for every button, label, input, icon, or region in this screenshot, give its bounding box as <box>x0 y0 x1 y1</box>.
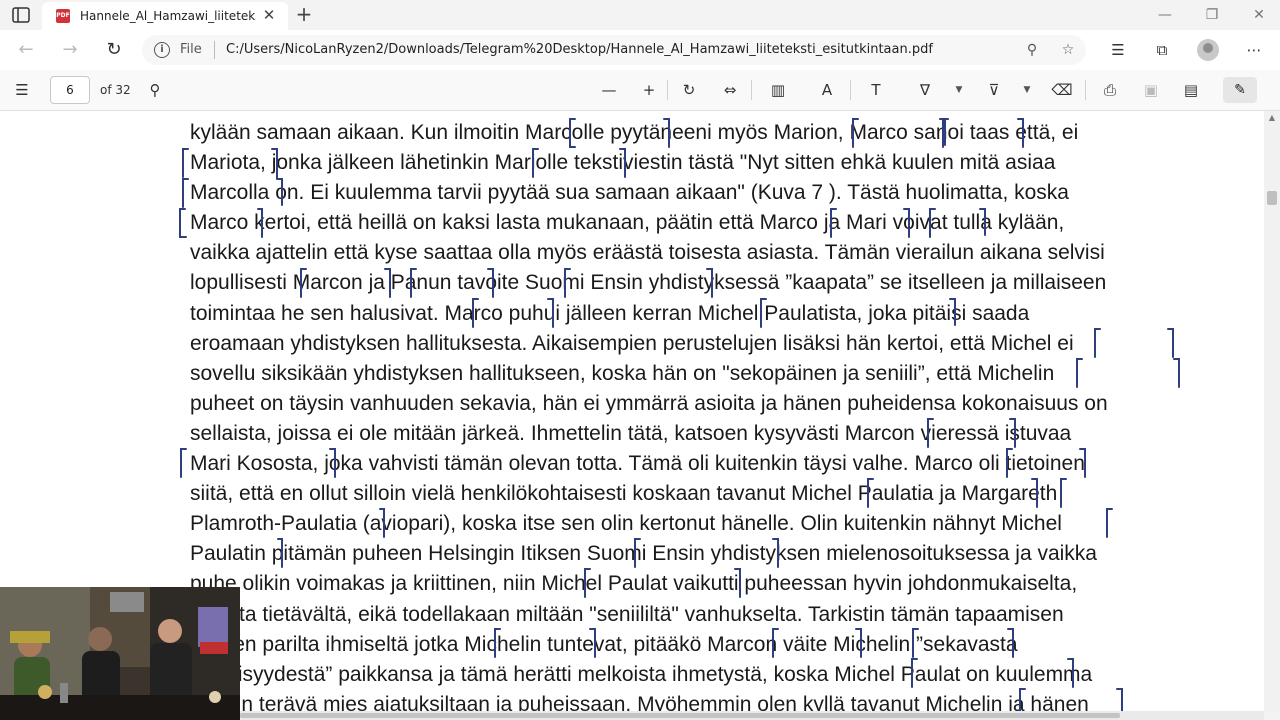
contents-icon[interactable]: ☰ <box>11 80 33 100</box>
toolbar-separator <box>667 80 668 100</box>
zoom-out-icon[interactable]: — <box>598 80 620 100</box>
highlight-icon[interactable]: ⊽ <box>983 80 1005 100</box>
url-text[interactable]: C:/Users/NicoLanRyzen2/Downloads/Telegra… <box>226 42 933 57</box>
text-line: eroamaan yhdistyksen hallituksesta. Aika… <box>190 331 1074 355</box>
text-line: erittäin terävä mies ajatuksiltaan ja pu… <box>190 692 1089 711</box>
eraser-icon[interactable]: ⌫ <box>1051 80 1073 100</box>
minimize-icon[interactable]: — <box>1150 4 1180 26</box>
text-line: Mariota, jonka jälkeen lähetinkin Mariol… <box>190 151 1056 175</box>
page-number-input[interactable] <box>50 76 90 104</box>
webcam-overlay <box>0 587 240 720</box>
text-line: kylään samaan aikaan. Kun ilmoitin Marco… <box>190 121 1079 144</box>
text-line: puhe olikin voimakas ja kriittinen, niin… <box>190 572 1078 596</box>
text-line: siitä, että en ollut silloin vielä henki… <box>190 482 1058 506</box>
close-icon[interactable]: ✕ <box>261 7 277 23</box>
text-line: sellaista, joissa ei ole mitään järkeä. … <box>190 421 1072 445</box>
more-icon[interactable]: ⋯ <box>1243 40 1265 60</box>
scroll-up-arrow[interactable]: ▲ <box>1267 113 1277 123</box>
save-as-icon[interactable]: ▤ <box>1180 80 1202 100</box>
print-icon[interactable]: ⎙ <box>1099 80 1121 100</box>
forward-icon[interactable]: → <box>59 39 81 61</box>
plus-icon[interactable]: + <box>294 4 314 25</box>
pin-icon[interactable]: ✎ <box>1223 77 1257 103</box>
tab-title: Hannele_Al_Hamzawi_liiteteksti_ <box>80 9 256 23</box>
refresh-icon[interactable]: ↻ <box>103 39 125 61</box>
favorite-add-icon[interactable]: ☆ <box>1058 40 1078 60</box>
fit-width-icon[interactable]: ⇔ <box>719 80 741 100</box>
zoom-icon[interactable]: ⚲ <box>1022 40 1042 60</box>
text-box-icon[interactable]: T <box>865 80 887 100</box>
text-line: toimintaa he sen halusivat. Marco puhui … <box>190 301 1030 325</box>
text-line: lopullisesti Marcon ja Panun tavoite Suo… <box>190 271 1107 295</box>
navigation-bar: ← → ↻ i File C:/Users/NicoLanRyzen2/Down… <box>0 30 1280 71</box>
collections-icon[interactable]: ⧉ <box>1151 40 1173 60</box>
webcam-image <box>0 587 240 720</box>
page-text: kylään samaan aikaan. Kun ilmoitin Marco… <box>190 118 1240 711</box>
toolbar-separator <box>751 80 752 100</box>
info-icon[interactable]: i <box>154 42 170 58</box>
text-line: sovellu siksikään yhdistyksen hallitukse… <box>190 361 1055 385</box>
text-line: vaikka ajattelin että kyse saattaa olla … <box>190 241 1105 265</box>
text-line: Marcolla on. Ei kuulemma tarvii pyytää s… <box>190 181 1069 205</box>
page-count-label: of 32 <box>100 83 131 97</box>
tab-strip: PDF Hannele_Al_Hamzawi_liiteteksti_ ✕ + … <box>0 0 1280 30</box>
scroll-thumb[interactable] <box>1267 191 1277 205</box>
vertical-scrollbar[interactable]: ▲ <box>1264 111 1280 711</box>
close-icon[interactable]: ✕ <box>1244 4 1274 26</box>
favorites-icon[interactable]: ☰ <box>1107 40 1129 60</box>
text-line: Marco kertoi, että heillä on kaksi lasta… <box>190 211 1065 235</box>
text-line: seniilisyydestä” paikkansa ja tämä herät… <box>190 662 1093 686</box>
horizontal-scroll-thumb[interactable] <box>240 713 1120 718</box>
text-line: Plamroth-Paulatia (aviopari), koska itse… <box>190 512 1062 536</box>
chevron-down-icon[interactable]: ▼ <box>1021 82 1033 98</box>
page-view-icon[interactable]: ▥ <box>767 80 789 100</box>
scheme-label: File <box>180 42 202 57</box>
back-icon[interactable]: ← <box>15 39 37 61</box>
text-line: jälkeen parilta ihmiseltä jotka Michelin… <box>190 632 1018 656</box>
pdf-toolbar: ☰ of 32 ⚲ — + ↻ ⇔ ▥ A T ∇ ▼ ⊽ ▼ ⌫ ⎙ ▣ ▤ … <box>0 70 1280 111</box>
pdf-favicon: PDF <box>56 9 70 23</box>
text-line: Paulatin pitämän puheen Helsingin Itikse… <box>190 542 1097 566</box>
read-aloud-icon[interactable]: A <box>816 80 838 100</box>
zoom-in-icon[interactable]: + <box>638 80 660 100</box>
tab-actions-icon[interactable] <box>12 7 30 23</box>
text-line: puheet on täysin vanhuuden sekavia, hän … <box>190 391 1108 415</box>
url-separator <box>214 41 215 59</box>
restore-icon[interactable]: ❐ <box>1197 4 1227 26</box>
search-icon[interactable]: ⚲ <box>144 80 166 100</box>
address-bar[interactable]: i File C:/Users/NicoLanRyzen2/Downloads/… <box>142 35 1086 65</box>
text-line: Mari Kososta, joka vahvisti tämän olevan… <box>190 452 1085 476</box>
save-icon[interactable]: ▣ <box>1140 80 1162 100</box>
chevron-down-icon[interactable]: ▼ <box>953 82 965 98</box>
toolbar-separator <box>850 80 851 100</box>
rotate-icon[interactable]: ↻ <box>678 80 700 100</box>
draw-icon[interactable]: ∇ <box>914 80 936 100</box>
profile-avatar[interactable] <box>1197 39 1219 61</box>
text-line: asiasta tietävältä, eikä todellakaan mil… <box>190 602 1064 626</box>
toolbar-separator <box>1085 80 1086 100</box>
browser-tab[interactable]: PDF Hannele_Al_Hamzawi_liiteteksti_ ✕ <box>42 2 288 30</box>
